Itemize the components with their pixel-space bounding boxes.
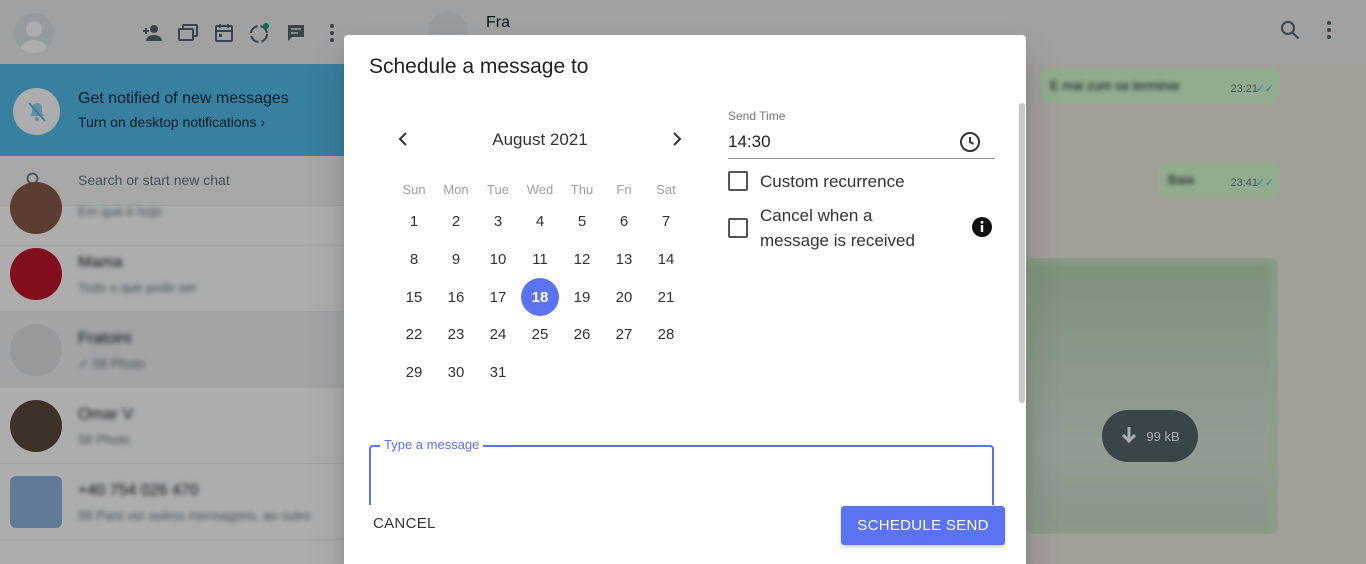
weekday-header: Fri — [616, 181, 632, 197]
calendar-day[interactable]: 22 — [393, 316, 435, 354]
schedule-send-button[interactable]: SCHEDULE SEND — [841, 506, 1005, 545]
calendar-day[interactable]: 27 — [603, 316, 645, 354]
dialog-title: Schedule a message to — [369, 55, 589, 78]
send-time-label: Send Time — [728, 109, 786, 123]
calendar-day[interactable]: 3 — [477, 203, 519, 241]
weekday-header: Sat — [656, 181, 676, 197]
calendar-day-number: 30 — [447, 364, 465, 382]
clock-icon[interactable] — [958, 130, 982, 159]
calendar-day[interactable]: 4 — [519, 203, 561, 241]
calendar-day-number: 29 — [405, 364, 423, 382]
calendar-day-number: 5 — [577, 213, 587, 231]
calendar-day[interactable]: 19 — [561, 278, 603, 316]
calendar-day-number: 22 — [405, 326, 423, 344]
cancel-when-received-option[interactable]: Cancel when a message is received — [728, 203, 948, 253]
calendar-day[interactable]: 7 — [645, 203, 687, 241]
calendar-day[interactable]: 20 — [603, 278, 645, 316]
weekday-header: Mon — [443, 181, 469, 197]
calendar-day[interactable]: 5 — [561, 203, 603, 241]
cancel-when-received-checkbox[interactable] — [728, 218, 748, 238]
calendar-day-number: 8 — [409, 251, 419, 269]
calendar-day-number: 6 — [619, 213, 629, 231]
calendar-day-number: 14 — [657, 251, 675, 269]
weekday-header: Tue — [487, 181, 509, 197]
cancel-when-received-label: Cancel when a message is received — [760, 206, 915, 250]
calendar-day-number: 13 — [615, 251, 633, 269]
calendar-day-number: 27 — [615, 326, 633, 344]
calendar-day-number: 24 — [489, 326, 507, 344]
calendar-day-number: 25 — [531, 326, 549, 344]
calendar-day-number: 26 — [573, 326, 591, 344]
weekday-header: Thu — [570, 181, 594, 197]
next-month-button[interactable] — [666, 128, 688, 150]
calendar-day[interactable]: 15 — [393, 278, 435, 316]
calendar-day-number: 21 — [657, 288, 675, 306]
calendar-day-number: 15 — [405, 288, 423, 306]
send-time-value[interactable]: 14:30 — [728, 132, 771, 152]
calendar-day[interactable]: 1 — [393, 203, 435, 241]
calendar-day[interactable]: 29 — [393, 354, 435, 392]
calendar-day-number: 2 — [451, 213, 461, 231]
custom-recurrence-checkbox[interactable] — [728, 171, 748, 191]
info-icon[interactable] — [971, 216, 993, 243]
calendar-day-number: 19 — [573, 288, 591, 306]
weekday-header: Sun — [402, 181, 426, 197]
calendar-day[interactable]: 6 — [603, 203, 645, 241]
chevron-right-icon — [673, 132, 682, 146]
schedule-message-dialog: Schedule a message to August 2021 Sun Mon… — [344, 35, 1026, 564]
calendar-day-number: 16 — [447, 288, 465, 306]
send-time-field[interactable]: 14:30 — [728, 128, 995, 159]
calendar-day-number: 11 — [532, 251, 548, 269]
calendar-day[interactable]: 23 — [435, 316, 477, 354]
calendar-day[interactable]: 21 — [645, 278, 687, 316]
calendar-day-number: 12 — [573, 251, 591, 269]
calendar-day[interactable]: 17 — [477, 278, 519, 316]
calendar-day-number: 9 — [451, 251, 461, 269]
calendar-day[interactable]: 30 — [435, 354, 477, 392]
dialog-scrollbar[interactable] — [1019, 103, 1025, 403]
calendar-day[interactable]: 13 — [603, 241, 645, 279]
calendar-day-number: 18 — [521, 278, 559, 317]
calendar-day[interactable]: 12 — [561, 241, 603, 279]
cancel-button[interactable]: CANCEL — [373, 515, 436, 532]
calendar-day-number: 7 — [661, 213, 671, 231]
calendar-day[interactable]: 31 — [477, 354, 519, 392]
calendar-day-number: 23 — [447, 326, 465, 344]
message-input[interactable] — [369, 445, 994, 505]
calendar-day-number: 17 — [489, 288, 507, 306]
weekday-header: Wed — [526, 181, 554, 197]
message-input-label: Type a message — [380, 437, 484, 452]
calendar-day-number: 31 — [489, 364, 507, 382]
calendar-day[interactable]: 25 — [519, 316, 561, 354]
calendar-grid: Sun Mon Tue Wed Thu Fri Sat 1 2 3 4 5 6 7 8 9 10 11 12 13 14… — [393, 175, 687, 391]
custom-recurrence-option[interactable]: Custom recurrence — [728, 169, 905, 194]
calendar-day-number: 20 — [615, 288, 633, 306]
calendar-day[interactable]: 26 — [561, 316, 603, 354]
calendar-day-number: 28 — [657, 326, 675, 344]
calendar-day[interactable]: 11 — [519, 241, 561, 279]
calendar-day-number: 1 — [409, 213, 419, 231]
calendar-day[interactable]: 2 — [435, 203, 477, 241]
calendar-day-number: 10 — [489, 251, 507, 269]
calendar-day-selected[interactable]: 18 — [519, 278, 561, 317]
calendar-day-number: 3 — [493, 213, 503, 231]
calendar-day[interactable]: 16 — [435, 278, 477, 316]
calendar-day[interactable]: 10 — [477, 241, 519, 279]
custom-recurrence-label: Custom recurrence — [760, 172, 905, 191]
calendar-day-number: 4 — [535, 213, 545, 231]
calendar-day[interactable]: 9 — [435, 241, 477, 279]
calendar-day[interactable]: 8 — [393, 241, 435, 279]
calendar-day[interactable]: 14 — [645, 241, 687, 279]
calendar-day[interactable]: 24 — [477, 316, 519, 354]
calendar-day[interactable]: 28 — [645, 316, 687, 354]
